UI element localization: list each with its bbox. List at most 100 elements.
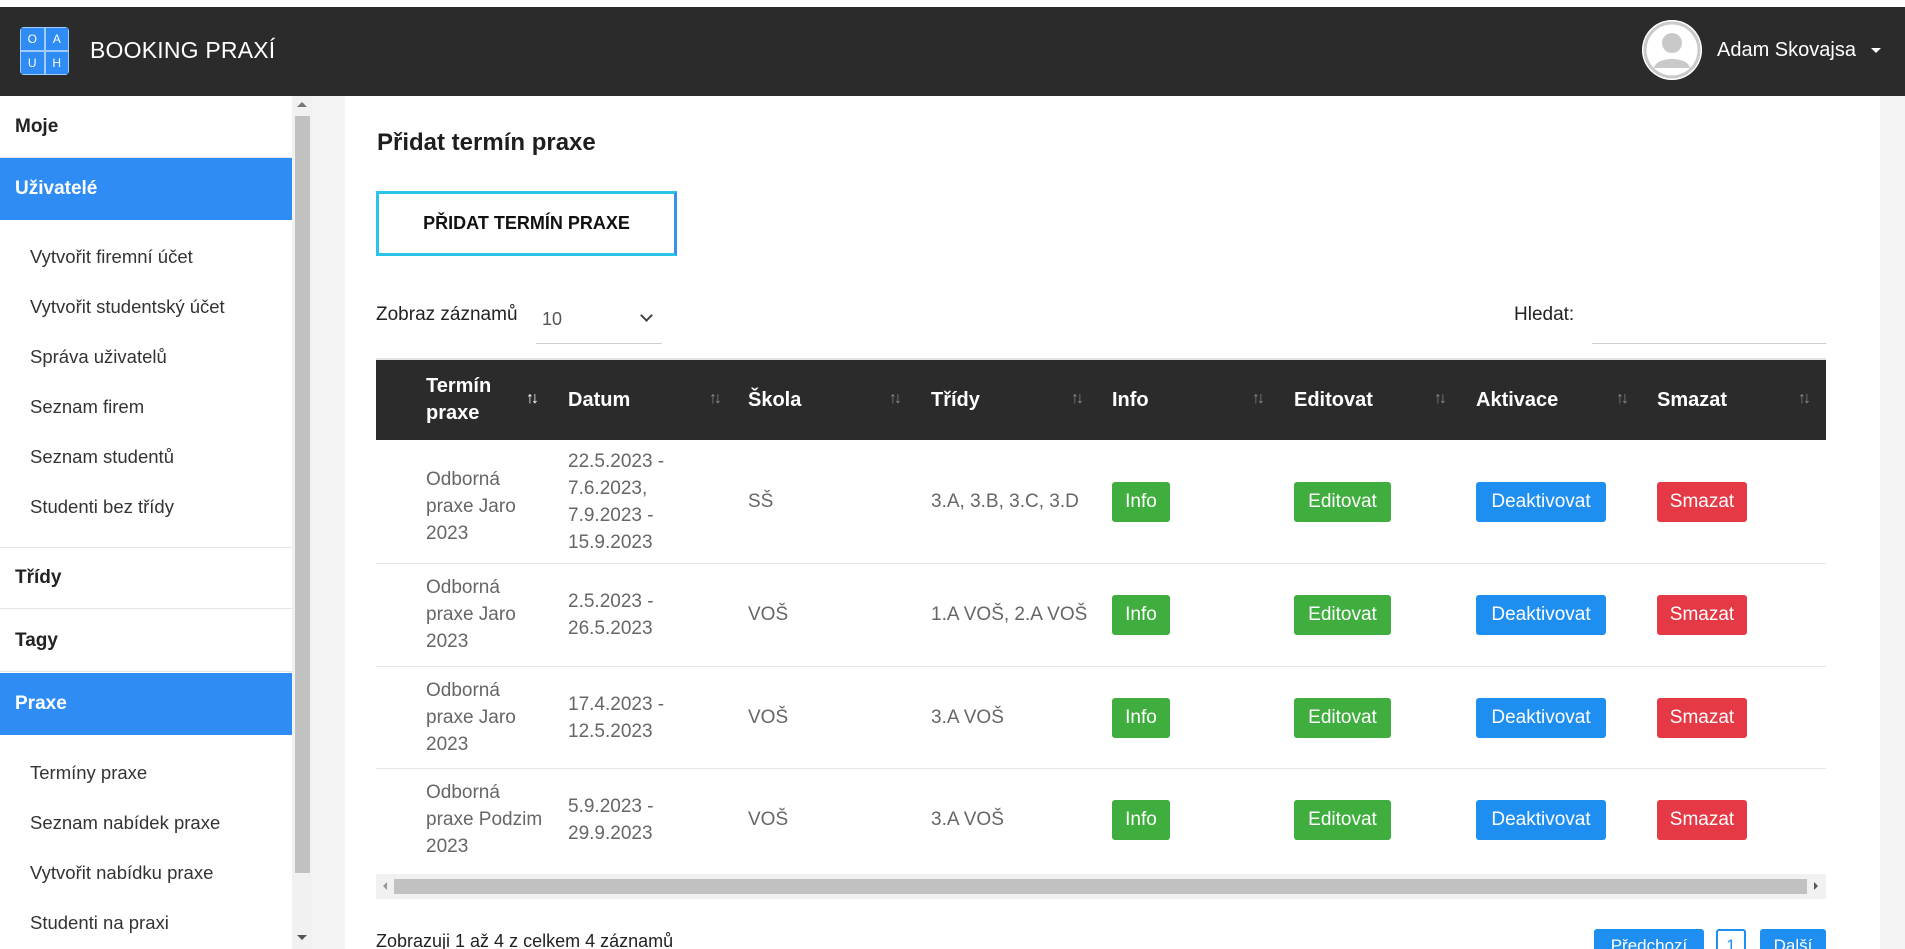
sidebar-item-terminy-praxe[interactable]: Termíny praxe	[30, 762, 147, 784]
sort-icon[interactable]: ↑↓	[1798, 390, 1811, 408]
sidebar-section-moje[interactable]: Moje	[0, 96, 292, 158]
deactivate-button[interactable]: Deaktivovat	[1476, 595, 1606, 635]
chevron-down-icon	[640, 309, 653, 322]
sidebar-section-tagy[interactable]: Tagy	[0, 610, 292, 672]
deactivate-button[interactable]: Deaktivovat	[1476, 482, 1606, 522]
user-menu-name[interactable]: Adam Skovajsa	[1717, 39, 1856, 62]
deactivate-button[interactable]: Deaktivovat	[1476, 800, 1606, 840]
table-horizontal-scrollbar[interactable]	[376, 874, 1826, 899]
logo-letter: A	[44, 27, 69, 51]
cell-term: Odborná praxe Jaro 2023	[426, 680, 516, 755]
cell-date: 5.9.2023 - 29.9.2023	[568, 796, 654, 844]
cell-date: 22.5.2023 - 7.6.2023, 7.9.2023 - 15.9.20…	[568, 451, 665, 553]
sidebar-item-seznam-nabidek-praxe[interactable]: Seznam nabídek praxe	[30, 812, 220, 834]
cell-classes: 3.A VOŠ	[931, 809, 1004, 830]
page-length-label: Zobraz záznamů	[376, 304, 518, 325]
edit-button[interactable]: Editovat	[1294, 482, 1391, 522]
table-info-text: Zobrazuji 1 až 4 z celkem 4 záznamů	[376, 931, 674, 949]
delete-button[interactable]: Smazat	[1657, 482, 1747, 522]
delete-button[interactable]: Smazat	[1657, 800, 1747, 840]
sidebar-item-seznam-firem[interactable]: Seznam firem	[30, 396, 144, 418]
sidebar-item-vytvorit-studentsky-ucet[interactable]: Vytvořit studentský účet	[30, 296, 225, 318]
caret-down-icon[interactable]	[1871, 48, 1881, 53]
cell-date: 2.5.2023 - 26.5.2023	[568, 591, 654, 639]
edit-button[interactable]: Editovat	[1294, 595, 1391, 635]
edit-button[interactable]: Editovat	[1294, 800, 1391, 840]
scroll-down-arrow-icon[interactable]	[297, 935, 307, 940]
cell-classes: 3.A, 3.B, 3.C, 3.D	[931, 491, 1079, 512]
table-row: Odborná praxe Jaro 2023 17.4.2023 - 12.5…	[376, 667, 1826, 769]
cell-school: VOŠ	[748, 809, 789, 830]
table-row: Odborná praxe Jaro 2023 2.5.2023 - 26.5.…	[376, 564, 1826, 667]
pagination-next-button[interactable]: Další	[1760, 929, 1826, 949]
delete-button[interactable]: Smazat	[1657, 698, 1747, 738]
sort-icon[interactable]: ↑↓	[1071, 390, 1084, 408]
scroll-right-arrow-icon[interactable]	[1814, 882, 1818, 890]
info-button[interactable]: Info	[1112, 800, 1170, 840]
sidebar-scrollbar-thumb[interactable]	[295, 116, 310, 873]
page-length-value: 10	[542, 309, 563, 329]
add-term-button[interactable]: PŘIDAT TERMÍN PRAXE	[376, 191, 677, 256]
pagination-page-1[interactable]: 1	[1716, 929, 1746, 949]
column-header-editovat[interactable]: Editovat	[1294, 360, 1373, 440]
window-top-strip	[0, 0, 1905, 7]
column-header-tridy[interactable]: Třídy	[931, 360, 980, 440]
info-button[interactable]: Info	[1112, 698, 1170, 738]
cell-school: SŠ	[748, 491, 774, 512]
logo-letter: H	[44, 51, 69, 75]
info-button[interactable]: Info	[1112, 595, 1170, 635]
sidebar-scrollbar[interactable]	[292, 96, 312, 949]
search-label: Hledat:	[1514, 304, 1575, 325]
info-button[interactable]: Info	[1112, 482, 1170, 522]
column-header-skola[interactable]: Škola	[748, 360, 801, 440]
cell-classes: 1.A VOŠ, 2.A VOŠ	[931, 604, 1088, 625]
sidebar-item-studenti-na-praxi[interactable]: Studenti na praxi	[30, 912, 169, 934]
search-input[interactable]	[1592, 296, 1826, 344]
sort-icon[interactable]: ↑↓	[889, 390, 902, 408]
cell-classes: 3.A VOŠ	[931, 707, 1004, 728]
scroll-left-arrow-icon[interactable]	[383, 882, 387, 890]
column-header-smazat[interactable]: Smazat	[1657, 360, 1727, 440]
table-row: Odborná praxe Jaro 2023 22.5.2023 - 7.6.…	[376, 440, 1826, 564]
cell-term: Odborná praxe Podzim 2023	[426, 782, 543, 857]
sort-icon[interactable]: ↑↓	[1434, 390, 1447, 408]
cell-date: 17.4.2023 - 12.5.2023	[568, 694, 665, 742]
app-brand-title[interactable]: BOOKING PRAXÍ	[90, 37, 275, 64]
deactivate-button[interactable]: Deaktivovat	[1476, 698, 1606, 738]
column-header-info[interactable]: Info	[1112, 360, 1149, 440]
sidebar-item-vytvorit-firemni-ucet[interactable]: Vytvořit firemní účet	[30, 246, 193, 268]
column-header-aktivace[interactable]: Aktivace	[1476, 360, 1558, 440]
user-avatar-icon[interactable]	[1642, 20, 1702, 80]
app-logo[interactable]: O A U H	[20, 27, 69, 75]
edit-button[interactable]: Editovat	[1294, 698, 1391, 738]
column-header-termin-praxe[interactable]: Termín praxe	[426, 360, 516, 440]
cell-school: VOŠ	[748, 707, 789, 728]
column-header-datum[interactable]: Datum	[568, 360, 630, 440]
table-row: Odborná praxe Podzim 2023 5.9.2023 - 29.…	[376, 769, 1826, 873]
sidebar-item-seznam-studentu[interactable]: Seznam studentů	[30, 446, 174, 468]
sort-icon[interactable]: ↑↓	[709, 390, 722, 408]
delete-button[interactable]: Smazat	[1657, 595, 1747, 635]
sidebar-item-studenti-bez-tridy[interactable]: Studenti bez třídy	[30, 496, 174, 518]
sidebar-section-tridy[interactable]: Třídy	[0, 547, 292, 609]
page-length-select[interactable]: 10	[536, 296, 662, 344]
cell-term: Odborná praxe Jaro 2023	[426, 577, 516, 652]
table-header: Termín praxe ↑↓ Datum ↑↓ Škola ↑↓ Třídy …	[376, 360, 1826, 440]
sort-icon[interactable]: ↑↓	[1252, 390, 1265, 408]
sidebar-item-sprava-uzivatelu[interactable]: Správa uživatelů	[30, 346, 167, 368]
sidebar: Moje Uživatelé Vytvořit firemní účet Vyt…	[0, 96, 292, 949]
terms-table: Termín praxe ↑↓ Datum ↑↓ Škola ↑↓ Třídy …	[376, 358, 1826, 873]
logo-letter: U	[20, 51, 45, 75]
cell-school: VOŠ	[748, 604, 789, 625]
sidebar-section-uzivatele[interactable]: Uživatelé	[0, 158, 292, 220]
content-gutter-left	[312, 96, 345, 949]
table-scrollbar-thumb[interactable]	[394, 879, 1807, 894]
sort-asc-icon[interactable]: ↑↓	[526, 390, 539, 408]
cell-term: Odborná praxe Jaro 2023	[426, 469, 516, 544]
sidebar-item-vytvorit-nabidku-praxe[interactable]: Vytvořit nabídku praxe	[30, 862, 213, 884]
navbar: O A U H BOOKING PRAXÍ Adam Skovajsa	[0, 7, 1905, 96]
sidebar-section-praxe[interactable]: Praxe	[0, 673, 292, 735]
sort-icon[interactable]: ↑↓	[1616, 390, 1629, 408]
pagination-previous-button[interactable]: Předchozí	[1594, 929, 1704, 949]
scroll-up-arrow-icon[interactable]	[297, 102, 307, 107]
